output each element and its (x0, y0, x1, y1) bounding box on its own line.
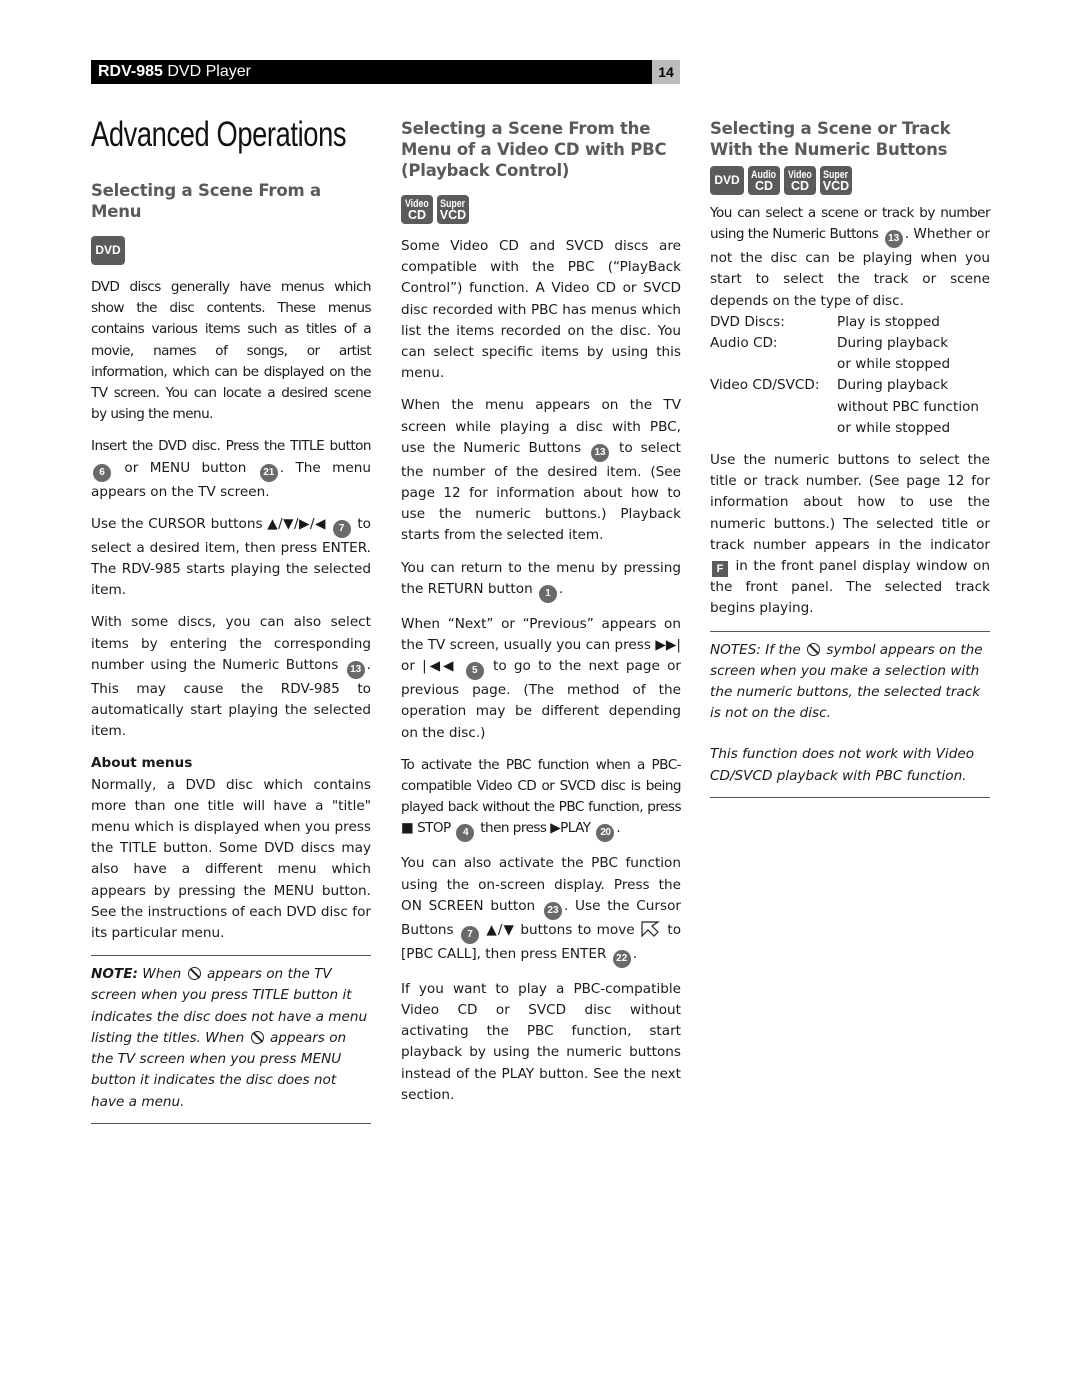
dvd-badge-icon: DVD (710, 166, 744, 195)
paragraph: Some Video CD and SVCD discs are compati… (401, 238, 681, 382)
disc-condition: During playback (837, 377, 949, 394)
paragraph: DVD discs generally have menus which sho… (91, 279, 372, 423)
dvd-badge-icon: DVD (91, 236, 125, 265)
button-number-icon: 13 (591, 443, 610, 462)
button-number-icon: 4 (456, 824, 475, 843)
video-cd-badge-icon: Video CD (784, 166, 816, 195)
prohibited-icon (187, 967, 201, 981)
paragraph: Normally, a DVD disc which contains more… (91, 776, 371, 942)
button-number-icon: 13 (346, 660, 365, 679)
paragraph: You can also activate the PBC function u… (401, 853, 681, 968)
section-heading: Selecting a Scene or Track With the Nume… (710, 119, 951, 159)
divider (91, 1122, 371, 1124)
note: This function does not work with Video C… (710, 746, 975, 784)
paragraph: Use the numeric buttons to select the ti… (710, 452, 990, 617)
disc-badges: DVD Audio CD Video CD Super VCD (710, 166, 990, 195)
button-number-icon: 7 (461, 925, 479, 944)
product-name: DVD Player (167, 63, 251, 80)
column-3: Selecting a Scene or Track With the Nume… (710, 118, 991, 806)
prohibited-icon (807, 642, 821, 656)
button-number-icon: 20 (596, 824, 615, 843)
video-cd-badge-icon: Video CD (401, 195, 433, 224)
column-2: Selecting a Scene From the Menu of a Vid… (401, 118, 682, 1117)
button-number-icon: 6 (93, 463, 111, 482)
paragraph: When the menu appears on the TV screen w… (401, 397, 682, 544)
paragraph: You can select a scene or track by numbe… (710, 205, 991, 309)
paragraph: Use the CURSOR buttons ▲/▼/▶/◀ 7 to sele… (91, 515, 371, 599)
super-vcd-badge-icon: Super VCD (820, 166, 852, 195)
button-number-icon: 21 (259, 463, 278, 482)
disc-condition: or while stopped (837, 419, 951, 436)
disc-type: DVD Discs: (710, 313, 785, 330)
paragraph: If you want to play a PBC-compatible Vid… (401, 980, 681, 1103)
paragraph: When “Next” or “Previous” appears on the… (401, 615, 682, 741)
button-number-icon: 22 (612, 949, 631, 968)
disc-condition: or while stopped (837, 356, 951, 373)
column-1: Selecting a Scene From a Menu DVD DVD di… (91, 180, 372, 1132)
page-title: Advanced Operations (91, 115, 347, 154)
model-name: RDV-985 (98, 63, 163, 80)
prohibited-icon (250, 1030, 264, 1044)
button-number-icon: 23 (543, 901, 562, 920)
disc-condition: without PBC function (837, 398, 980, 415)
cursor-arrow-icon (641, 921, 660, 938)
disc-badges: Video CD Super VCD (401, 195, 681, 224)
super-vcd-badge-icon: Super VCD (437, 195, 469, 224)
audio-cd-badge-icon: Audio CD (748, 166, 780, 195)
indicator-f-icon: F (712, 561, 728, 578)
divider (91, 955, 371, 957)
disc-condition: Play is stopped (837, 313, 940, 330)
paragraph: With some discs, you can also select ite… (91, 614, 371, 740)
divider (710, 630, 990, 632)
paragraph: Insert the DVD disc. Press the TITLE but… (91, 438, 372, 500)
disc-type-table: DVD Discs: Play is stopped Audio CD: Dur… (710, 312, 990, 439)
note: NOTES: If the symbol appears on the scre… (710, 641, 983, 722)
disc-condition: During playback (837, 335, 949, 352)
disc-type: Audio CD: (710, 335, 778, 352)
disc-type: Video CD/SVCD: (710, 377, 820, 394)
button-number-icon: 13 (884, 230, 903, 249)
section-heading: Selecting a Scene From the Menu of a Vid… (401, 119, 667, 180)
paragraph: You can return to the menu by pressing t… (401, 558, 681, 603)
button-number-icon: 5 (465, 662, 484, 681)
header-title: RDV-985 DVD Player (98, 61, 251, 83)
divider (710, 796, 990, 798)
button-number-icon: 7 (332, 519, 351, 538)
section-heading: Selecting a Scene From a Menu (91, 181, 321, 221)
page-number: 14 (652, 60, 680, 84)
note: NOTE: When appears on the TV screen when… (91, 966, 368, 1110)
disc-badges: DVD (91, 236, 371, 265)
button-number-icon: 1 (539, 584, 558, 603)
paragraph: To activate the PBC function when a PBC-… (401, 755, 682, 843)
subheading: About menus (91, 755, 193, 772)
